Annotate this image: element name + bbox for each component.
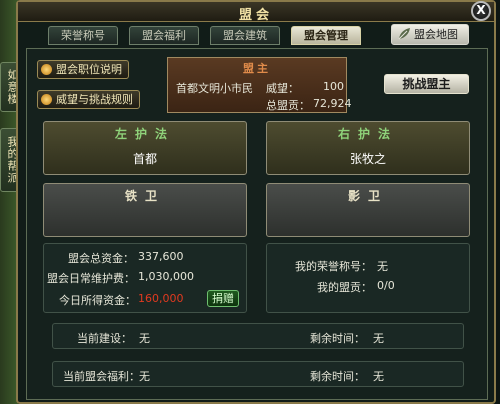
close-button[interactable]: X — [471, 1, 491, 21]
my-honor-title-label: 我的荣誉称号： — [295, 260, 372, 273]
challenge-leader-button[interactable]: 挑战盟主 — [384, 74, 469, 94]
today-funds-label: 今日所得资金： — [59, 294, 136, 307]
maintenance-fee-label: 盟会日常维护费： — [47, 272, 135, 285]
guild-funds-box: 盟会总资金： 337,600 盟会日常维护费： 1,030,000 今日所得资金… — [43, 243, 247, 313]
tab-guild-management[interactable]: 盟会管理 — [291, 26, 361, 45]
guild-map-button[interactable]: 盟会地图 — [391, 24, 469, 45]
position-description-button[interactable]: 盟会职位说明 — [37, 60, 129, 79]
welfare-time-label: 剩余时间： — [310, 370, 365, 383]
my-honor-title-value: 无 — [377, 260, 388, 273]
leader-card: 盟主 首都文明小市民 威望： 100 总盟贡： 72,924 — [167, 57, 352, 113]
window-title: 盟会 — [238, 8, 273, 23]
tab-honor-title[interactable]: 荣誉称号 — [48, 26, 118, 45]
left-protector-name: 首都 — [132, 152, 157, 166]
construction-bar: 当前建设： 无 剩余时间： 无 — [52, 323, 464, 349]
leader-name: 首都文明小市民 — [176, 82, 253, 95]
total-contribution-label: 总盟贡： — [266, 99, 310, 112]
construction-time-label: 剩余时间： — [310, 332, 365, 345]
info-icon — [41, 64, 52, 75]
welfare-time-value: 无 — [373, 370, 384, 383]
construction-label: 当前建设： — [77, 332, 132, 345]
guild-window: 盟会 X 荣誉称号 盟会福利 盟会建筑 盟会管理 盟会地图 盟会职位说明 威望与… — [16, 0, 496, 404]
left-protector-title: 左护法 — [114, 127, 175, 141]
title-bar: 盟会 X — [18, 1, 494, 23]
donate-button[interactable]: 捐赠 — [207, 290, 239, 307]
maintenance-fee-value: 1,030,000 — [138, 270, 194, 283]
welfare-value: 无 — [139, 370, 150, 383]
leaf-icon — [398, 28, 410, 40]
guild-map-label: 盟会地图 — [414, 28, 458, 41]
prestige-rules-button[interactable]: 威望与挑战规则 — [37, 90, 140, 109]
my-contribution-label: 我的盟贡： — [317, 281, 372, 294]
position-description-label: 盟会职位说明 — [56, 63, 122, 76]
welfare-bar: 当前盟会福利： 无 剩余时间： 无 — [52, 361, 464, 387]
leader-title: 盟主 — [243, 62, 271, 75]
management-panel: 盟会职位说明 威望与挑战规则 盟主 首都文明小市民 威望： 100 总盟贡： 7… — [26, 48, 488, 400]
tab-guild-welfare[interactable]: 盟会福利 — [129, 26, 199, 45]
right-protector-title: 右护法 — [337, 127, 398, 141]
total-funds-value: 337,600 — [138, 250, 184, 263]
left-protector-slot[interactable]: 左护法 首都 — [43, 121, 247, 175]
today-funds-value: 160,000 — [138, 292, 184, 305]
construction-value: 无 — [139, 332, 150, 345]
total-funds-label: 盟会总资金： — [68, 252, 134, 265]
welfare-label: 当前盟会福利： — [63, 370, 140, 383]
shadow-guard-slot[interactable]: 影卫 — [266, 183, 470, 237]
iron-guard-slot[interactable]: 铁卫 — [43, 183, 247, 237]
construction-time-value: 无 — [373, 332, 384, 345]
info-icon — [41, 94, 52, 105]
shadow-guard-title: 影卫 — [347, 189, 388, 203]
right-protector-name: 张牧之 — [349, 152, 386, 166]
prestige-value: 100 — [323, 80, 344, 93]
right-protector-slot[interactable]: 右护法 张牧之 — [266, 121, 470, 175]
my-info-box: 我的荣誉称号： 无 我的盟贡： 0/0 — [266, 243, 470, 313]
tab-guild-building[interactable]: 盟会建筑 — [210, 26, 280, 45]
iron-guard-title: 铁卫 — [124, 189, 165, 203]
my-contribution-value: 0/0 — [377, 279, 395, 292]
total-contribution-value: 72,924 — [313, 97, 352, 110]
prestige-label: 威望： — [266, 82, 299, 95]
prestige-rules-label: 威望与挑战规则 — [56, 93, 133, 106]
